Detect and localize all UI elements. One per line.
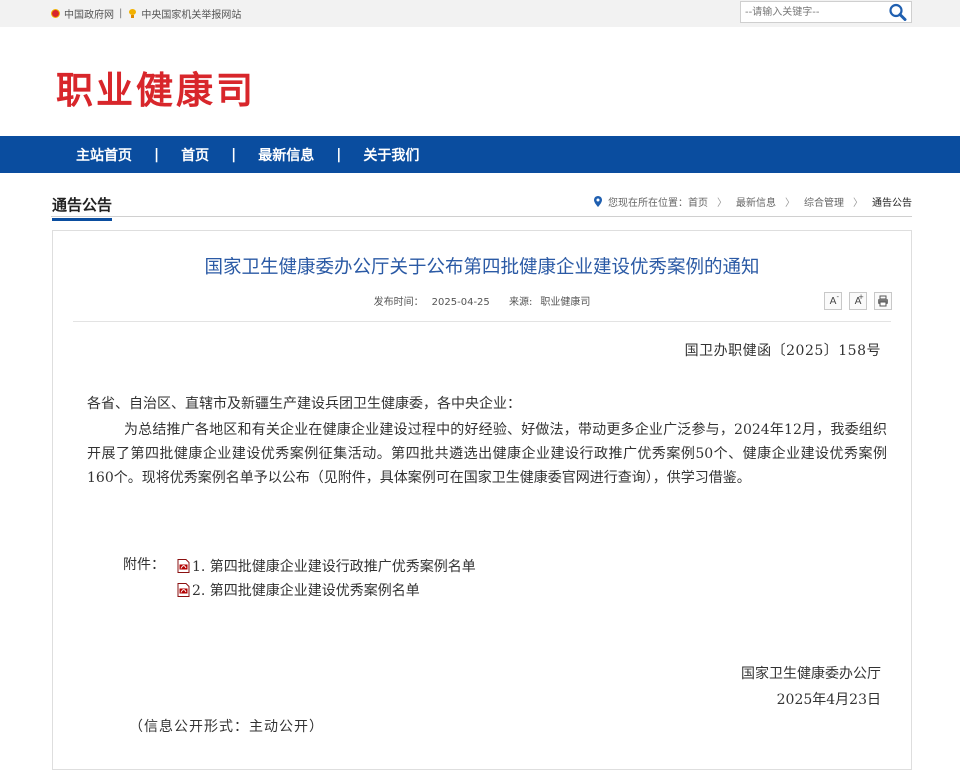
print-button[interactable] <box>874 292 892 310</box>
article-box: 国家卫生健康委办公厅关于公布第四批健康企业建设优秀案例的通知 发布时间： 2025… <box>52 230 912 770</box>
gov-portal-link[interactable]: 中国政府网 <box>51 6 114 21</box>
search-button[interactable] <box>888 3 908 21</box>
print-icon <box>878 295 888 307</box>
article-title: 国家卫生健康委办公厅关于公布第四批健康企业建设优秀案例的通知 <box>204 257 760 278</box>
section-title: 通告公告 <box>52 194 113 221</box>
gov-portal-label: 中国政府网 <box>64 10 114 21</box>
breadcrumb-prefix: 您现在所在位置： <box>608 198 688 209</box>
body-paragraph: 为总结推广各地区和有关企业在健康企业建设过程中的好经验、好做法，带动更多企业广泛… <box>87 422 887 486</box>
attachment-list: 1. 第四批健康企业建设行政推广优秀案例名单 2. 第四批健康企业建设优秀案例名… <box>177 554 476 602</box>
source-label: 来源: <box>508 297 533 308</box>
attachments: 附件： 1. 第四批健康企业建设行政推广优秀案例名单 2. 第四批健康企业建设优… <box>123 554 476 602</box>
breadcrumb-sep: 〉 <box>785 198 795 209</box>
breadcrumb-home[interactable]: 首页 <box>688 194 708 209</box>
breadcrumb-latest[interactable]: 最新信息 <box>736 194 776 209</box>
font-smaller-icon: A <box>829 295 837 307</box>
font-smaller-sup: - <box>836 293 839 301</box>
search-box <box>740 1 912 23</box>
pdf-icon <box>177 559 190 573</box>
top-links: 中国政府网 | 中央国家机关举报网站 <box>51 6 241 21</box>
breadcrumb-current[interactable]: 通告公告 <box>872 194 912 209</box>
main-nav: 主站首页 | 首页 | 最新信息 | 关于我们 <box>0 136 960 173</box>
attachment-label: 附件： <box>123 557 165 573</box>
breadcrumb-sep: 〉 <box>853 198 863 209</box>
article-tools: A- A + <box>817 292 892 310</box>
lightbulb-icon <box>128 9 137 18</box>
attachment-link-1[interactable]: 1. 第四批健康企业建设行政推广优秀案例名单 <box>177 554 476 578</box>
report-site-label: 中央国家机关举报网站 <box>141 10 242 21</box>
national-emblem-icon <box>51 9 60 18</box>
nav-separator: | <box>336 146 342 163</box>
breadcrumb-sep: 〉 <box>717 198 727 209</box>
meta-divider <box>73 321 891 322</box>
signature-org: 国家卫生健康委办公厅 <box>741 666 881 682</box>
nav-item-home[interactable]: 首页 <box>181 145 209 165</box>
nav-separator: | <box>231 146 237 163</box>
breadcrumb-general[interactable]: 综合管理 <box>804 194 844 209</box>
top-bar: 中国政府网 | 中央国家机关举报网站 <box>0 0 960 27</box>
publish-label: 发布时间： <box>373 297 424 308</box>
breadcrumb: 您现在所在位置： 首页 〉 最新信息 〉 综合管理 〉 通告公告 <box>594 194 912 209</box>
top-link-separator: | <box>119 8 123 19</box>
location-pin-icon <box>594 196 602 207</box>
pdf-icon <box>177 583 190 597</box>
attachment-2-label: 2. 第四批健康企业建设优秀案例名单 <box>192 583 420 599</box>
font-larger-sup: + <box>858 293 864 301</box>
attachment-link-2[interactable]: 2. 第四批健康企业建设优秀案例名单 <box>177 578 476 602</box>
search-icon <box>889 3 907 21</box>
salutation: 各省、自治区、直辖市及新疆生产建设兵团卫生健康委，各中央企业： <box>87 396 521 412</box>
disclosure-form: （信息公开形式：主动公开） <box>129 719 324 735</box>
section-header: 通告公告 您现在所在位置： 首页 〉 最新信息 〉 综合管理 〉 通告公告 <box>51 192 912 221</box>
source-value: 职业健康司 <box>540 297 591 308</box>
font-larger-button[interactable]: A + <box>849 292 867 310</box>
article-meta: 发布时间： 2025-04-25 来源: 职业健康司 <box>53 293 911 308</box>
font-smaller-button[interactable]: A- <box>824 292 842 310</box>
search-input[interactable] <box>741 2 889 22</box>
document-number: 国卫办职健函〔2025〕158号 <box>684 343 881 359</box>
publish-date: 2025-04-25 <box>431 297 490 308</box>
nav-item-latest[interactable]: 最新信息 <box>258 145 314 165</box>
signature-date: 2025年4月23日 <box>776 692 881 708</box>
attachment-1-label: 1. 第四批健康企业建设行政推广优秀案例名单 <box>192 559 476 575</box>
nav-item-about[interactable]: 关于我们 <box>363 145 419 165</box>
report-site-link[interactable]: 中央国家机关举报网站 <box>128 6 241 21</box>
nav-item-main-home[interactable]: 主站首页 <box>76 145 132 165</box>
site-title: 职业健康司 <box>56 69 256 112</box>
nav-separator: | <box>154 146 160 163</box>
